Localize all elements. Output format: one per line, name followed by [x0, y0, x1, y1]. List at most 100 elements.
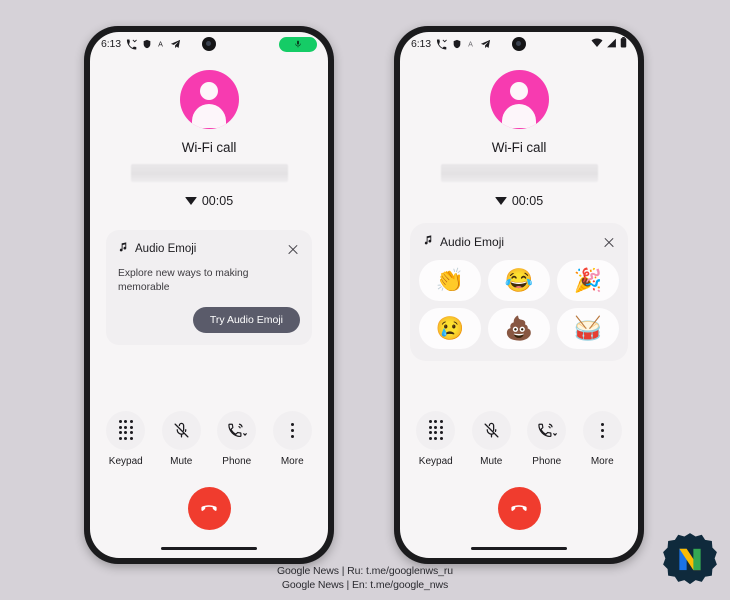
emoji-panel-header: Audio Emoji [419, 233, 619, 251]
camera-punch-hole [202, 37, 216, 51]
shield-icon [142, 39, 152, 49]
avatar-head [510, 82, 528, 100]
more-vertical-icon[interactable] [272, 410, 312, 450]
svg-text:A: A [158, 41, 163, 49]
wifi-call-icon [494, 197, 507, 205]
footer-line-en: Google News | En: t.me/google_nws [281, 578, 449, 591]
try-audio-emoji-button[interactable]: Try Audio Emoji [192, 307, 300, 334]
control-phone-label: Phone [532, 455, 562, 467]
footer-credits: Google News | Ru: t.me/googlenws_ru Goog… [0, 564, 730, 592]
status-time: 6:13 [101, 38, 122, 50]
control-phone-label: Phone [222, 455, 252, 467]
caller-info-left: Wi-Fi call 00:05 [90, 56, 328, 208]
gesture-nav-indicator-right[interactable] [400, 530, 638, 559]
emoji-grid: 👏 😂 🎉 😢 💩 🥁 [419, 260, 619, 349]
phone-right: 6:13 A Wi-Fi call 00:05 Audio Emoji 👏 😂 … [394, 26, 644, 564]
control-phone[interactable]: Phone [212, 410, 262, 467]
call-end-icon [201, 505, 217, 511]
end-call-button[interactable] [187, 486, 231, 530]
emoji-party-popper[interactable]: 🎉 [557, 260, 619, 301]
control-more[interactable]: More [267, 410, 317, 467]
redacted-phone-number [440, 164, 598, 182]
avatar [489, 70, 549, 129]
control-keypad[interactable]: Keypad [101, 410, 151, 467]
promo-title: Audio Emoji [135, 243, 197, 255]
n-badge-logo [662, 532, 718, 588]
control-more[interactable]: More [577, 410, 627, 467]
letter-a-icon: A [156, 39, 165, 49]
status-time: 6:13 [411, 38, 432, 50]
missed-call-icon [436, 38, 447, 50]
call-duration: 00:05 [511, 194, 544, 208]
call-controls-right: Keypad Mute Phone More [400, 410, 638, 467]
svg-text:A: A [468, 41, 473, 49]
call-timer-right: 00:05 [400, 194, 638, 208]
end-call-button[interactable] [497, 486, 541, 530]
letter-a-icon: A [466, 39, 475, 49]
caller-info-right: Wi-Fi call 00:05 [400, 56, 638, 208]
music-note-icon [118, 240, 129, 258]
keypad-icon[interactable] [106, 410, 146, 450]
mic-off-icon[interactable] [161, 410, 201, 450]
control-phone[interactable]: Phone [522, 410, 572, 467]
phone-left: 6:13 A Wi-Fi call 00:05 Audio Emoji Expl… [84, 26, 334, 564]
footer-line-ru: Google News | Ru: t.me/googlenws_ru [276, 564, 454, 577]
call-duration: 00:05 [201, 194, 234, 208]
call-type-label: Wi-Fi call [491, 140, 547, 155]
call-type-label: Wi-Fi call [181, 140, 237, 155]
avatar [179, 70, 239, 129]
end-call-area-left [90, 467, 328, 530]
emoji-crying-face[interactable]: 😢 [419, 308, 481, 349]
control-mute[interactable]: Mute [156, 410, 206, 467]
promo-header: Audio Emoji [118, 240, 300, 258]
close-icon[interactable] [602, 235, 616, 249]
status-bar-left: 6:13 A [90, 32, 328, 56]
wifi-call-icon [184, 197, 197, 205]
telegram-send-icon [170, 39, 181, 50]
call-controls-left: Keypad Mute Phone More [90, 410, 328, 467]
emoji-panel-title: Audio Emoji [440, 235, 505, 249]
shield-icon [452, 39, 462, 49]
battery-icon [620, 35, 627, 53]
status-right-group-left [279, 36, 317, 52]
phone-audio-route-icon[interactable] [527, 410, 567, 450]
emoji-pile-of-poo[interactable]: 💩 [488, 308, 550, 349]
emoji-drum[interactable]: 🥁 [557, 308, 619, 349]
phone-right-screen: 6:13 A Wi-Fi call 00:05 Audio Emoji 👏 😂 … [400, 32, 638, 558]
wifi-icon [591, 35, 603, 53]
left-content-area: Audio Emoji Explore new ways to making m… [90, 208, 328, 411]
keypad-icon[interactable] [416, 410, 456, 450]
phone-audio-route-icon[interactable] [217, 410, 257, 450]
right-content-area: Audio Emoji 👏 😂 🎉 😢 💩 🥁 [400, 208, 638, 411]
avatar-body [502, 104, 536, 128]
more-vertical-icon[interactable] [582, 410, 622, 450]
control-keypad-label: Keypad [418, 455, 453, 467]
signal-icon [606, 35, 617, 53]
avatar-head [200, 82, 218, 100]
promo-body-text: Explore new ways to making memorable [118, 268, 249, 294]
end-call-area-right [400, 467, 638, 530]
status-left-icon-group: A [126, 38, 181, 50]
telegram-send-icon [480, 39, 491, 50]
audio-emoji-promo-card[interactable]: Audio Emoji Explore new ways to making m… [106, 230, 312, 346]
call-timer-left: 00:05 [90, 194, 328, 208]
control-keypad-label: Keypad [108, 455, 143, 467]
status-right-group-right [591, 35, 627, 53]
control-mute-label: Mute [170, 455, 193, 467]
missed-call-icon [126, 38, 137, 50]
control-more-label: More [590, 455, 614, 467]
control-mute[interactable]: Mute [466, 410, 516, 467]
control-keypad[interactable]: Keypad [411, 410, 461, 467]
redacted-phone-number [130, 164, 288, 182]
phone-left-screen: 6:13 A Wi-Fi call 00:05 Audio Emoji Expl… [90, 32, 328, 558]
close-icon[interactable] [286, 242, 300, 256]
control-mute-label: Mute [480, 455, 503, 467]
emoji-clapping-hands[interactable]: 👏 [419, 260, 481, 301]
avatar-body [192, 104, 226, 128]
gesture-nav-indicator-left[interactable] [90, 530, 328, 559]
status-bar-right: 6:13 A [400, 32, 638, 56]
emoji-face-with-tears-of-joy[interactable]: 😂 [488, 260, 550, 301]
status-left-icon-group: A [436, 38, 491, 50]
audio-emoji-panel: Audio Emoji 👏 😂 🎉 😢 💩 🥁 [410, 223, 628, 361]
mic-off-icon[interactable] [471, 410, 511, 450]
